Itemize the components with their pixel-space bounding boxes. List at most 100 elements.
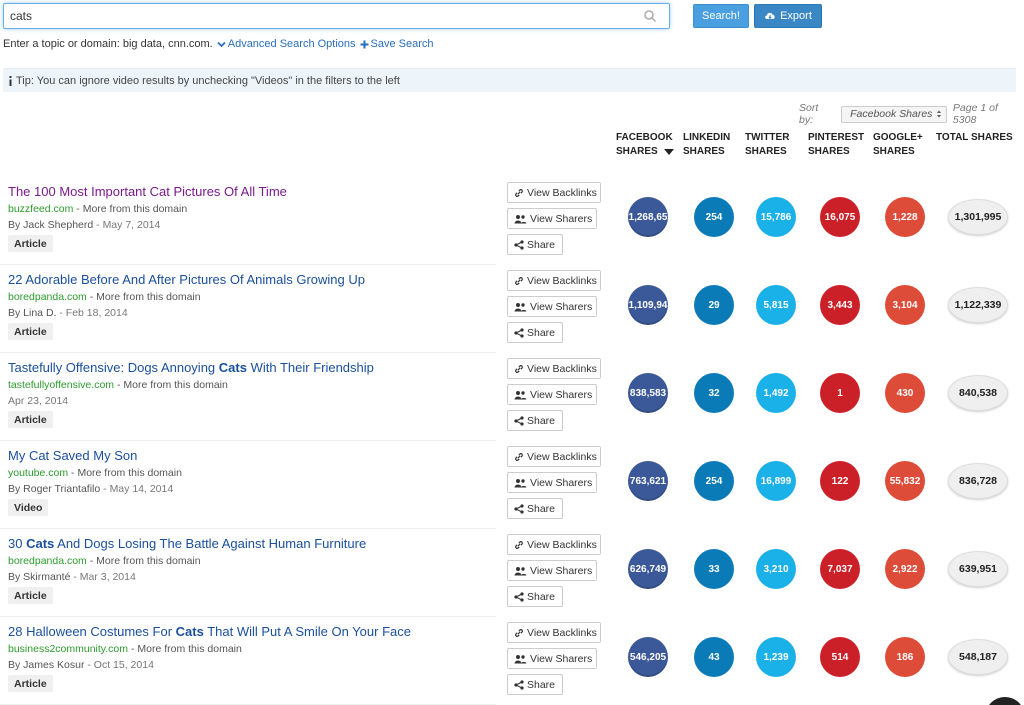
export-button[interactable]: Export xyxy=(754,4,822,28)
total-share-count: 1,122,339 xyxy=(948,287,1008,323)
linkedin-share-count: 254 xyxy=(694,197,734,237)
result-title-link[interactable]: 22 Adorable Before And After Pictures Of… xyxy=(8,272,365,287)
view-backlinks-button-label: View Backlinks xyxy=(527,450,597,463)
row-divider xyxy=(0,440,496,441)
share-icon xyxy=(514,503,524,514)
share-button-label: Share xyxy=(527,414,556,427)
result-title-link[interactable]: The 100 Most Important Cat Pictures Of A… xyxy=(8,184,287,199)
result-domain-link[interactable]: youtube.com xyxy=(8,467,68,479)
result-title-part: Cats xyxy=(26,536,55,551)
share-icon xyxy=(514,591,524,602)
result-row: 28 Halloween Costumes For Cats That Will… xyxy=(0,622,1020,705)
export-button-label: Export xyxy=(780,10,812,22)
result-domain-link[interactable]: tastefullyoffensive.com xyxy=(8,379,114,391)
row-divider xyxy=(0,352,496,353)
result-title-link[interactable]: 28 Halloween Costumes For Cats That Will… xyxy=(8,624,411,639)
more-from-domain-link[interactable]: More from this domain xyxy=(137,643,241,655)
pinterest-share-count: 1 xyxy=(820,373,860,413)
sort-select[interactable]: Facebook Shares xyxy=(841,105,947,123)
more-from-domain-link[interactable]: More from this domain xyxy=(77,467,181,479)
column-header-pinterest[interactable]: PINTEREST SHARES xyxy=(808,131,864,159)
googleplus-share-count: 2,922 xyxy=(885,549,925,589)
search-button[interactable]: Search! xyxy=(693,4,749,28)
advanced-search-link[interactable]: Advanced Search Options xyxy=(217,38,356,50)
more-from-domain-link[interactable]: More from this domain xyxy=(96,291,200,303)
tip-bar: Tip: You can ignore video results by unc… xyxy=(3,68,1016,92)
result-title-part: Cats xyxy=(218,360,247,375)
content-type-badge: Video xyxy=(8,499,49,516)
view-backlinks-button[interactable]: View Backlinks xyxy=(507,182,601,203)
result-title-part: And Dogs Losing The Battle Against Human… xyxy=(54,536,367,551)
row-divider xyxy=(0,528,496,529)
result-domain-link[interactable]: boredpanda.com xyxy=(8,555,87,567)
content-type-badge: Article xyxy=(8,411,53,428)
plus-icon xyxy=(360,40,369,48)
result-date: Mar 3, 2014 xyxy=(79,571,136,583)
share-button[interactable]: Share xyxy=(507,586,563,607)
result-author: By Lina D. xyxy=(8,307,57,319)
share-icon xyxy=(514,415,524,426)
share-button[interactable]: Share xyxy=(507,322,563,343)
column-header-twitter[interactable]: TWITTER SHARES xyxy=(745,131,789,159)
result-row: 30 Cats And Dogs Losing The Battle Again… xyxy=(0,534,1020,624)
more-from-domain-link[interactable]: More from this domain xyxy=(96,555,200,567)
view-backlinks-button[interactable]: View Backlinks xyxy=(507,446,601,467)
save-search-link[interactable]: Save Search xyxy=(360,38,434,50)
cloud-download-icon xyxy=(765,12,775,20)
result-title-link[interactable]: My Cat Saved My Son xyxy=(8,448,137,463)
result-title-link[interactable]: Tastefully Offensive: Dogs Annoying Cats… xyxy=(8,360,374,375)
result-author: By Skirmanté xyxy=(8,571,71,583)
googleplus-share-count: 186 xyxy=(885,637,925,677)
column-header-total[interactable]: TOTAL SHARES xyxy=(936,131,1013,145)
column-header-facebook[interactable]: FACEBOOK SHARES xyxy=(616,131,674,159)
result-date: Feb 18, 2014 xyxy=(65,307,128,319)
view-backlinks-button[interactable]: View Backlinks xyxy=(507,358,601,379)
share-button[interactable]: Share xyxy=(507,234,563,255)
share-button[interactable]: Share xyxy=(507,674,563,695)
result-domain-line: youtube.com - More from this domain xyxy=(8,467,182,479)
result-title-part: The 100 Most Important Cat Pictures Of A… xyxy=(8,184,287,199)
result-byline: By Lina D. - Feb 18, 2014 xyxy=(8,307,128,319)
link-icon xyxy=(515,188,523,197)
view-backlinks-button[interactable]: View Backlinks xyxy=(507,622,601,643)
facebook-share-count: 763,621 xyxy=(628,461,668,501)
share-button[interactable]: Share xyxy=(507,498,563,519)
content-type-badge: Article xyxy=(8,675,53,692)
search-box[interactable] xyxy=(3,3,670,29)
separator: - xyxy=(56,307,66,319)
linkedin-share-count: 33 xyxy=(694,549,734,589)
view-sharers-button[interactable]: View Sharers xyxy=(507,208,597,229)
result-domain-link[interactable]: business2community.com xyxy=(8,643,128,655)
page-indicator: Page 1 of 5308 xyxy=(952,102,998,126)
result-domain-link[interactable]: buzzfeed.com xyxy=(8,203,73,215)
view-sharers-button[interactable]: View Sharers xyxy=(507,384,597,405)
separator: - xyxy=(70,571,80,583)
view-sharers-button[interactable]: View Sharers xyxy=(507,296,597,317)
search-button-label: Search! xyxy=(702,10,740,22)
share-button[interactable]: Share xyxy=(507,410,563,431)
view-sharers-button[interactable]: View Sharers xyxy=(507,472,597,493)
view-backlinks-button[interactable]: View Backlinks xyxy=(507,270,601,291)
result-title-link[interactable]: 30 Cats And Dogs Losing The Battle Again… xyxy=(8,536,366,551)
facebook-share-count: 1,109,94 xyxy=(628,285,668,325)
view-sharers-button[interactable]: View Sharers xyxy=(507,648,597,669)
share-button-label: Share xyxy=(527,678,556,691)
more-from-domain-link[interactable]: More from this domain xyxy=(83,203,187,215)
more-from-domain-link[interactable]: More from this domain xyxy=(123,379,227,391)
search-input[interactable] xyxy=(4,4,624,28)
result-row: Tastefully Offensive: Dogs Annoying Cats… xyxy=(0,358,1020,448)
view-sharers-button-label: View Sharers xyxy=(530,300,593,313)
view-sharers-button-label: View Sharers xyxy=(530,388,593,401)
result-row: My Cat Saved My Son youtube.com - More fr… xyxy=(0,446,1020,536)
separator: - xyxy=(73,203,83,215)
googleplus-share-count: 3,104 xyxy=(885,285,925,325)
view-sharers-button[interactable]: View Sharers xyxy=(507,560,597,581)
result-domain-link[interactable]: boredpanda.com xyxy=(8,291,87,303)
column-header-googleplus[interactable]: GOOGLE+ SHARES xyxy=(873,131,923,159)
column-header-linkedin[interactable]: LINKEDIN SHARES xyxy=(683,131,730,159)
result-domain-line: business2community.com - More from this … xyxy=(8,643,242,655)
view-backlinks-button[interactable]: View Backlinks xyxy=(507,534,601,555)
separator: - xyxy=(100,483,110,495)
share-icon xyxy=(514,239,524,250)
twitter-share-count: 1,492 xyxy=(756,373,796,413)
